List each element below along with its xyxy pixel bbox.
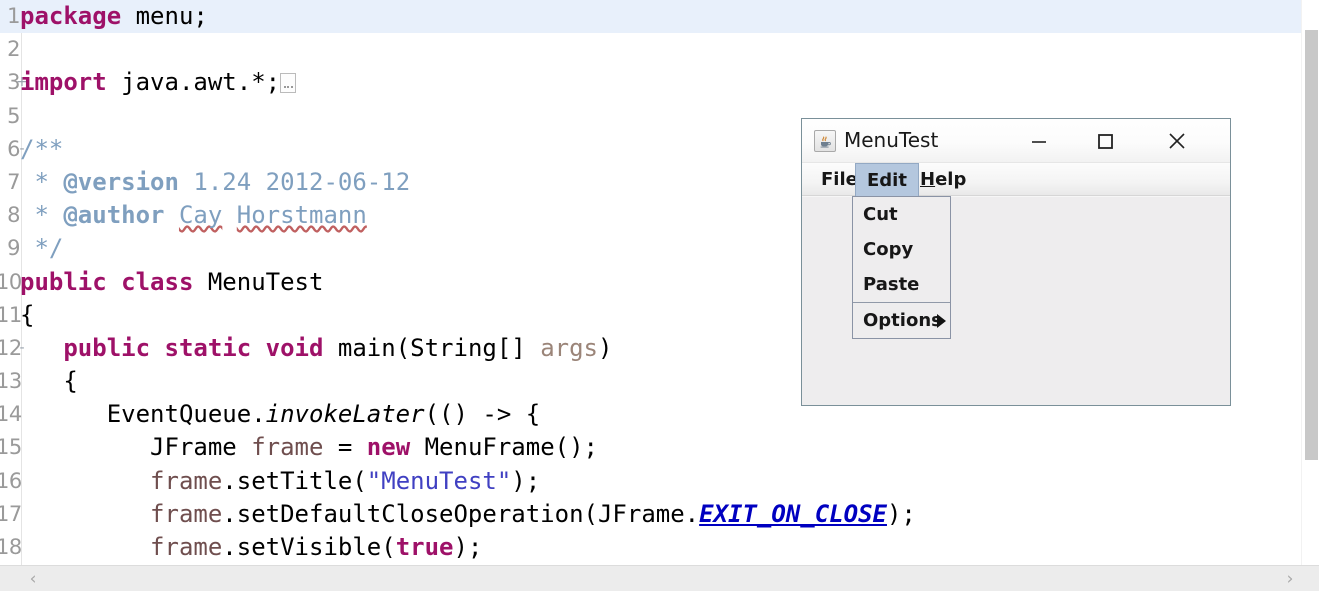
popup-menu-item-paste[interactable]: Paste [853, 267, 950, 302]
window-title-text: MenuTest [844, 128, 939, 152]
line-number: 7 [7, 169, 20, 194]
line-number: 13 [0, 369, 22, 394]
window-menubar[interactable]: File Edit Help [802, 163, 1230, 196]
code-line-text: */ [20, 234, 64, 263]
window-close-button[interactable] [1162, 127, 1192, 155]
code-line-text: public static void main(String[] args) [63, 333, 613, 362]
line-number: 16 [0, 468, 22, 493]
code-line[interactable]: 18 frame.setVisible(true); [0, 531, 1301, 564]
code-line[interactable]: 15 JFrame frame = new MenuFrame(); [0, 431, 1301, 464]
horizontal-scrollbar[interactable]: ‹ › [0, 565, 1319, 591]
line-number: 14 [0, 402, 22, 427]
popup-menu-item-label: Copy [863, 239, 914, 260]
code-line-text: import java.awt.*; [20, 66, 297, 99]
window-title-bar[interactable]: MenuTest [802, 119, 1230, 163]
code-line-text: package menu; [20, 2, 208, 30]
code-line-text: { [20, 367, 78, 396]
line-number: 8 [7, 203, 20, 228]
edit-popup-menu[interactable]: Cut Copy Paste Options [852, 196, 951, 339]
code-line-text: * @version 1.24 2012-06-12 [20, 167, 411, 196]
line-number: 10 [0, 269, 22, 294]
menu-file-label: File [821, 169, 858, 190]
scroll-right-arrow-icon[interactable]: › [1279, 568, 1301, 590]
code-line[interactable]: 16 frame.setTitle("MenuTest"); [0, 465, 1301, 498]
menu-help-mnemonic: H [920, 169, 936, 190]
menu-edit-label: Edit [867, 170, 907, 191]
code-line-text: frame.setDefaultCloseOperation(JFrame.EX… [150, 499, 916, 528]
code-line[interactable]: 3 + import java.awt.*; [0, 66, 1301, 99]
popup-menu-item-label: Paste [863, 274, 920, 295]
line-number: 15 [0, 435, 22, 460]
code-line-text: frame.setVisible(true); [150, 533, 483, 561]
popup-menu-item-label: Options [863, 310, 942, 331]
line-number: 1 [7, 4, 20, 28]
code-line[interactable]: 1 package menu; [0, 0, 1301, 34]
code-line-text: /** [20, 134, 64, 163]
line-number: 9 [7, 236, 20, 261]
collapsed-fold-icon[interactable] [280, 73, 297, 94]
code-line-text: { [20, 300, 35, 329]
popup-menu-item-options[interactable]: Options [853, 303, 950, 338]
menutest-window[interactable]: MenuTest File Edit Help Cut Copy Paste Opti… [801, 118, 1231, 406]
code-line-text: JFrame frame = new MenuFrame(); [20, 433, 598, 462]
code-line-text: * @author Cay Horstmann [20, 201, 367, 230]
line-number: 5 [7, 103, 20, 128]
menu-item-help[interactable]: Help [909, 163, 977, 196]
line-number: 18 [0, 535, 22, 559]
vertical-scrollbar[interactable] [1301, 0, 1319, 565]
popup-menu-item-label: Cut [863, 204, 898, 225]
code-line-text: public class MenuTest [20, 267, 324, 296]
line-number: 11 [0, 302, 22, 327]
screen-root: 1 package menu; 2 3 + import java.awt.*; 5 6-/*… [0, 0, 1319, 591]
submenu-arrow-icon [937, 314, 946, 328]
window-minimize-button[interactable] [1024, 127, 1054, 155]
popup-menu-item-copy[interactable]: Copy [853, 232, 950, 267]
code-line[interactable]: 17 frame.setDefaultCloseOperation(JFrame… [0, 498, 1301, 531]
line-number: 17 [0, 501, 22, 526]
popup-menu-item-cut[interactable]: Cut [853, 197, 950, 232]
menu-help-label: elp [935, 169, 967, 190]
code-line[interactable]: 2 [0, 33, 1301, 66]
window-content-pane: Cut Copy Paste Options [802, 196, 1230, 405]
window-maximize-button[interactable] [1090, 127, 1120, 155]
code-line-text: EventQueue.invokeLater(() -> { [20, 400, 541, 429]
line-number: 2 [7, 37, 20, 62]
code-line-text: frame.setTitle("MenuTest"); [150, 466, 541, 495]
scroll-left-arrow-icon[interactable]: ‹ [22, 568, 44, 590]
vertical-scrollbar-thumb[interactable] [1305, 30, 1318, 460]
java-coffee-cup-icon [814, 130, 836, 152]
